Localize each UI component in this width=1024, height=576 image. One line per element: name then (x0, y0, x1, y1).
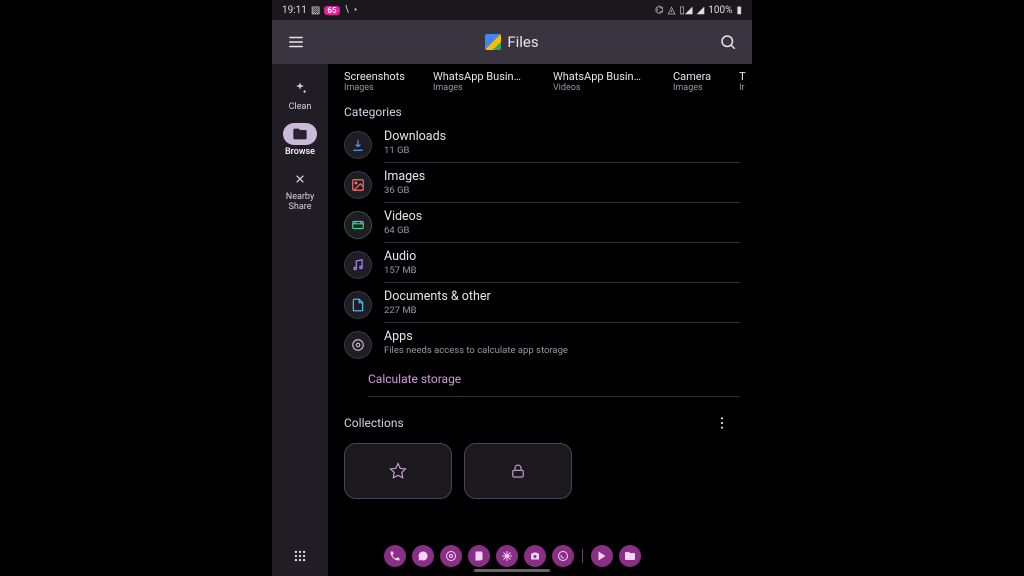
play-icon (596, 550, 608, 562)
star-icon (389, 462, 407, 480)
nav-clean[interactable]: Clean (283, 78, 317, 113)
dock-notes[interactable] (468, 545, 490, 567)
camera-icon (529, 550, 541, 562)
browse-content: ScreenshotsImages WhatsApp Busines...Ima… (328, 64, 752, 576)
search-icon (719, 33, 737, 51)
calculate-storage-link[interactable]: Calculate storage (368, 362, 740, 396)
video-icon (351, 218, 365, 232)
dock-files[interactable] (619, 545, 641, 567)
more-vert-icon (714, 415, 730, 431)
nearby-icon (292, 171, 308, 187)
search-button[interactable] (714, 28, 742, 56)
dock-snow[interactable] (496, 545, 518, 567)
categories-list: Downloads11 GB Images36 GB Videos64 GB A… (328, 123, 752, 362)
recent-item[interactable]: WhatsApp Busines...Images (433, 70, 525, 93)
categories-header: Categories (328, 93, 752, 123)
dock-play[interactable] (591, 545, 613, 567)
whatsapp-icon (557, 550, 569, 562)
dock-divider (582, 549, 583, 563)
folder-search-icon (292, 126, 308, 142)
recent-row[interactable]: ScreenshotsImages WhatsApp Busines...Ima… (328, 64, 752, 93)
audio-icon (351, 258, 365, 272)
chrome-icon (445, 550, 457, 562)
recent-item[interactable]: WhatsApp Busines...Videos (553, 70, 645, 93)
signal2-icon: ◢ (697, 5, 705, 16)
app-bar: Files (272, 20, 752, 64)
collection-safe-folder[interactable] (464, 443, 572, 499)
gallery-status-icon: ▧ (311, 5, 320, 16)
collection-favorites[interactable] (344, 443, 452, 499)
grid-icon (293, 549, 307, 563)
app-logo-icon (485, 34, 501, 50)
app-title: Files (507, 33, 538, 51)
status-glyph: ∖ (344, 5, 350, 16)
document-icon (351, 298, 365, 312)
recent-item[interactable]: TIr (739, 70, 746, 93)
battery-text: 100% (708, 5, 732, 16)
category-videos[interactable]: Videos64 GB (344, 203, 740, 243)
recent-item[interactable]: ScreenshotsImages (344, 70, 405, 93)
sparkle-icon (292, 81, 308, 97)
dock-phone[interactable] (384, 545, 406, 567)
nav-clean-label: Clean (289, 103, 312, 113)
image-icon (351, 178, 365, 192)
wifi-icon: ◬ (668, 5, 676, 16)
lock-icon (509, 462, 527, 480)
phone-icon (389, 550, 401, 562)
taskbar (272, 540, 752, 572)
category-documents[interactable]: Documents & other227 MB (344, 283, 740, 323)
app-drawer-button[interactable] (286, 542, 314, 570)
navigation-rail: Clean Browse Nearby Share (272, 64, 328, 576)
nav-browse[interactable]: Browse (283, 123, 317, 158)
collections-more-button[interactable] (708, 409, 736, 437)
chat-icon (417, 550, 429, 562)
folder-icon (624, 550, 636, 562)
bluetooth-icon: ⌬ (655, 5, 664, 16)
status-dot: • (354, 5, 357, 16)
collections-header: Collections (344, 416, 404, 430)
category-audio[interactable]: Audio157 MB (344, 243, 740, 283)
category-apps[interactable]: AppsFiles needs access to calculate app … (344, 323, 740, 362)
category-downloads[interactable]: Downloads11 GB (344, 123, 740, 163)
dock-whatsapp[interactable] (552, 545, 574, 567)
gesture-handle[interactable] (474, 569, 550, 572)
nav-nearby-share[interactable]: Nearby Share (276, 168, 324, 213)
dock-camera[interactable] (524, 545, 546, 567)
signal-icon: ▯◢ (679, 5, 692, 16)
download-icon (351, 138, 365, 152)
snowflake-icon (501, 550, 513, 562)
apps-icon (351, 338, 365, 352)
nav-nearby-label: Nearby Share (276, 193, 324, 213)
recent-item[interactable]: CameraImages (673, 70, 711, 93)
category-images[interactable]: Images36 GB (344, 163, 740, 203)
menu-button[interactable] (282, 28, 310, 56)
hamburger-icon (287, 33, 305, 51)
dock-chrome[interactable] (440, 545, 462, 567)
note-icon (473, 550, 485, 562)
battery-icon: ▮ (736, 5, 742, 16)
dock-chat[interactable] (412, 545, 434, 567)
nav-browse-label: Browse (285, 148, 315, 158)
clock: 19:11 (282, 5, 307, 16)
status-bar: 19:11 ▧ 65 ∖ • ⌬ ◬ ▯◢ ◢ 100% ▮ (272, 0, 752, 20)
status-badge: 65 (324, 6, 339, 15)
